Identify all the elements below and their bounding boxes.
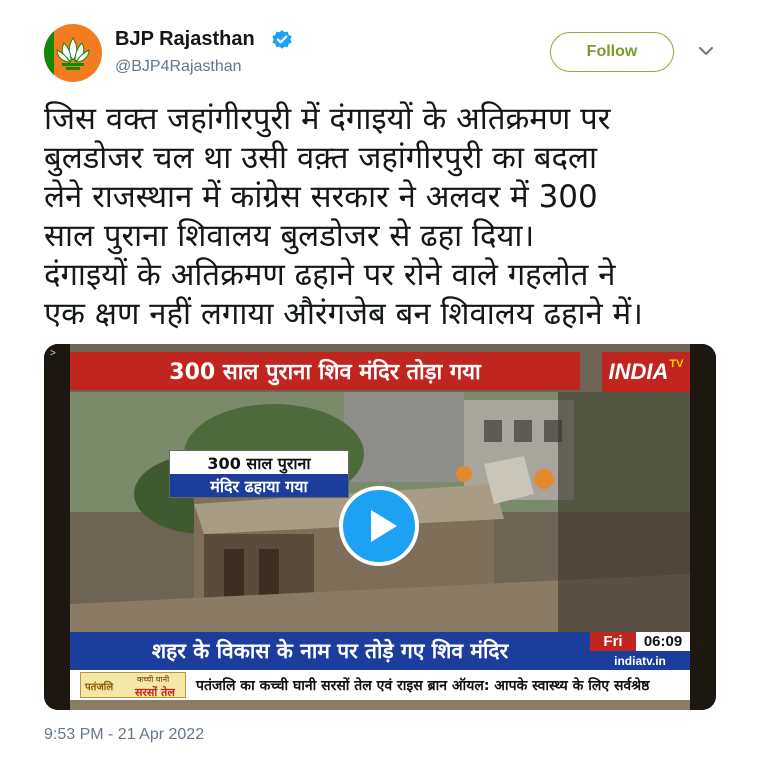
- play-icon: [371, 510, 397, 542]
- tweet-line: एक क्षण नहीं लगाया औरंगजेब बन शिवालय ढहा…: [44, 296, 643, 332]
- caption-line-1: 300 साल पुराना: [170, 451, 348, 474]
- video-top-banner: 300 साल पुराना शिव मंदिर तोड़ा गया: [70, 352, 580, 390]
- tweet-line: साल पुराना शिवालय बुलडोजर से ढहा दिया।: [44, 218, 535, 254]
- play-button[interactable]: [339, 486, 419, 566]
- logo-text: INDIA: [608, 359, 669, 384]
- tweet-line: बुलडोजर चल था उसी वक़्त जहांगीरपुरी का ब…: [44, 140, 598, 176]
- video-bottom-banner: शहर के विकास के नाम पर तोड़े गए शिव मंदि…: [70, 632, 590, 670]
- verified-badge-icon: [272, 30, 292, 49]
- caption-line-2: मंदिर ढहाया गया: [170, 474, 348, 497]
- video-caption-box: 300 साल पुराना मंदिर ढहाया गया: [169, 450, 349, 498]
- author-handle[interactable]: @BJP4Rajasthan: [115, 58, 242, 76]
- tweet-header: BJP Rajasthan @BJP4Rajasthan Follow: [0, 0, 762, 95]
- ad-brand: पतंजलि: [85, 682, 114, 693]
- lotus-icon: [56, 37, 90, 70]
- author-name[interactable]: BJP Rajasthan: [115, 28, 255, 51]
- video-player[interactable]: > 300 साल पुराना शिव मंदिर तोड़ा गया IND…: [44, 344, 716, 710]
- ad-oil: सरसों तेल: [135, 686, 175, 699]
- tweet-text: जिस वक्त जहांगीरपुरी में दंगाइयों के अति…: [44, 100, 744, 334]
- tweet-line: जिस वक्त जहांगीरपुरी में दंगाइयों के अति…: [44, 101, 611, 137]
- video-day: Fri: [590, 632, 636, 651]
- tweet-line: लेने राजस्थान में कांग्रेस सरकार ने अलवर…: [44, 179, 598, 215]
- ad-product: कच्ची घानी: [137, 675, 170, 684]
- video-ticker-text: पतंजलि का कच्ची घानी सरसों तेल एवं राइस …: [196, 677, 650, 694]
- channel-logo: INDIA TV: [602, 352, 690, 392]
- logo-suffix: TV: [669, 358, 684, 370]
- ad-badge: पतंजलि कच्ची घानी सरसों तेल: [80, 672, 186, 699]
- tweet-line: दंगाइयों के अतिक्रमण ढहाने पर रोने वाले …: [44, 257, 616, 293]
- video-time: 06:09: [636, 632, 690, 651]
- follow-button[interactable]: Follow: [550, 32, 674, 72]
- chevron-down-icon[interactable]: [697, 44, 715, 58]
- video-site: indiatv.in: [590, 651, 690, 670]
- tweet-timestamp[interactable]: 9:53 PM - 21 Apr 2022: [44, 726, 204, 744]
- corner-mark: >: [50, 348, 56, 359]
- avatar[interactable]: [44, 24, 102, 82]
